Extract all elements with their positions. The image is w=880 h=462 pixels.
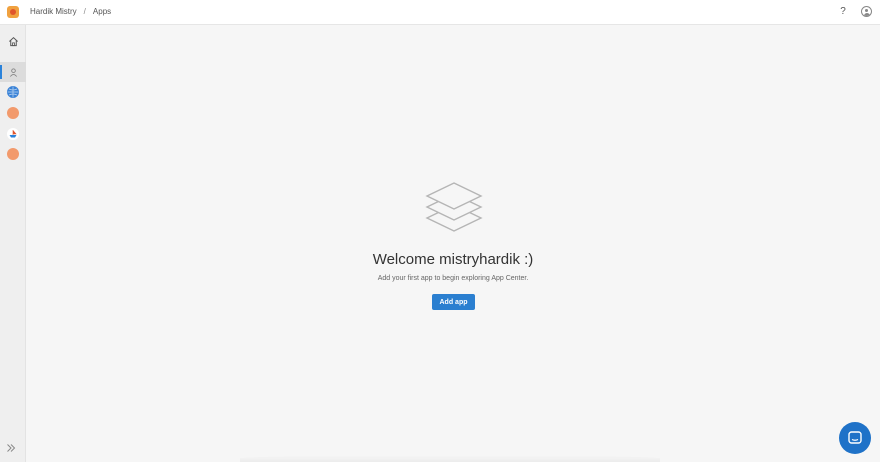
sidebar-item-home[interactable] (0, 31, 26, 51)
welcome-heading: Welcome mistryhardik :) (372, 251, 534, 268)
chat-icon (848, 431, 862, 444)
sidebar-item-org-2[interactable] (0, 103, 26, 123)
sidebar-item-org-4[interactable] (0, 144, 26, 164)
person-icon (9, 67, 17, 77)
user-account-icon[interactable] (861, 6, 872, 17)
welcome-subtitle: Add your first app to begin exploring Ap… (377, 275, 529, 282)
bottom-shadow (240, 455, 660, 462)
breadcrumb-apps[interactable]: Apps (93, 7, 111, 16)
double-chevron-right-icon[interactable] (6, 443, 16, 456)
top-bar: Hardik Mistry / Apps ? (0, 0, 880, 25)
ship-avatar-icon (7, 128, 19, 140)
chat-support-button[interactable] (839, 422, 871, 454)
orange-avatar-icon (7, 148, 19, 160)
sidebar-item-org-3[interactable] (0, 124, 26, 144)
main-content: Welcome mistryhardik :) Add your first a… (26, 25, 880, 462)
app-center-logo[interactable] (7, 6, 19, 18)
breadcrumb: Hardik Mistry / Apps (30, 7, 111, 16)
sidebar-item-org-1[interactable] (0, 82, 26, 102)
home-icon (8, 36, 18, 46)
add-app-button[interactable]: Add app (432, 294, 475, 310)
globe-avatar-icon (7, 86, 19, 98)
breadcrumb-separator: / (83, 7, 86, 16)
breadcrumb-owner[interactable]: Hardik Mistry (30, 7, 77, 16)
layers-icon (425, 182, 483, 232)
sidebar (0, 25, 26, 462)
sidebar-item-personal[interactable] (0, 62, 26, 82)
help-icon[interactable]: ? (837, 5, 849, 19)
orange-avatar-icon (7, 107, 19, 119)
